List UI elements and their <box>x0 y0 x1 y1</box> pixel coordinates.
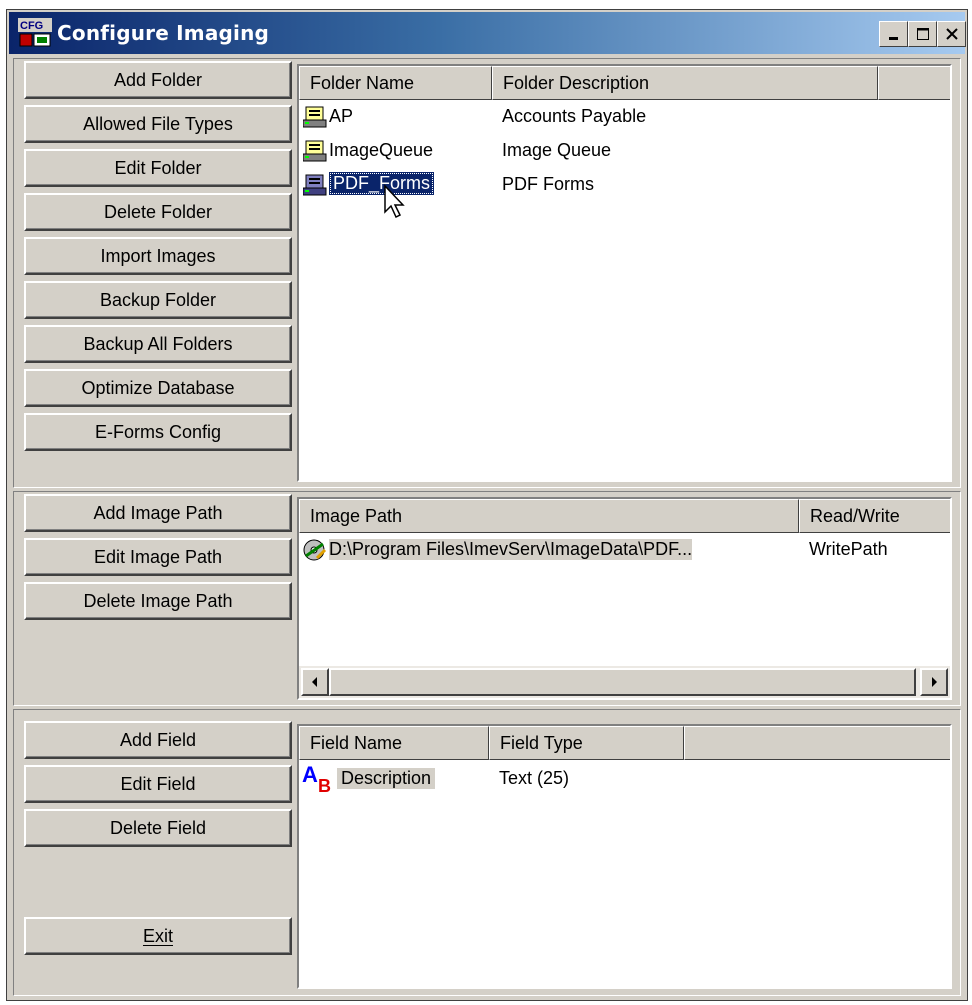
column-header-read-write[interactable]: Read/Write <box>799 499 950 533</box>
title-bar[interactable]: CFG Configure Imaging <box>9 12 966 54</box>
exit-label: Exit <box>142 925 173 946</box>
text-field-icon: AB <box>301 762 335 799</box>
folder-description: Image Queue <box>502 140 612 160</box>
column-header-field-type[interactable]: Field Type <box>489 726 684 760</box>
add-folder-button[interactable]: Add Folder <box>24 61 292 99</box>
maximize-button[interactable] <box>908 21 937 47</box>
exit-button[interactable]: Exit <box>24 917 292 955</box>
minimize-icon <box>888 37 898 40</box>
field-name: Description <box>337 768 436 789</box>
cfg-app-icon: CFG <box>18 18 52 48</box>
disk-path-icon <box>303 538 327 567</box>
svg-text:A: A <box>302 762 318 787</box>
backup-all-folders-button[interactable]: Backup All Folders <box>24 325 292 363</box>
arrow-left-icon <box>312 677 317 687</box>
column-header-image-path[interactable]: Image Path <box>299 499 799 533</box>
column-header-field-name[interactable]: Field Name <box>299 726 489 760</box>
minimize-button[interactable] <box>879 21 908 47</box>
field-list[interactable]: Field Name Field Type AB Description Tex… <box>297 724 952 989</box>
scroll-left-button[interactable] <box>301 668 329 696</box>
edit-image-path-button[interactable]: Edit Image Path <box>24 538 292 576</box>
configure-imaging-window: CFG Configure Imaging Add Folder Allowed… <box>6 9 968 1001</box>
folders-panel: Add Folder Allowed File Types Edit Folde… <box>13 58 961 488</box>
fields-panel: Add Field Edit Field Delete Field Exit F… <box>13 709 961 996</box>
delete-image-path-button[interactable]: Delete Image Path <box>24 582 292 620</box>
import-images-button[interactable]: Import Images <box>24 237 292 275</box>
image-path-panel: Add Image Path Edit Image Path Delete Im… <box>13 491 961 706</box>
delete-folder-button[interactable]: Delete Folder <box>24 193 292 231</box>
folder-name: AP <box>329 106 354 126</box>
folder-name: PDF_Forms <box>329 172 435 195</box>
optimize-database-button[interactable]: Optimize Database <box>24 369 292 407</box>
svg-text:B: B <box>318 776 331 794</box>
maximize-icon <box>916 28 929 40</box>
edit-field-button[interactable]: Edit Field <box>24 765 292 803</box>
delete-field-button[interactable]: Delete Field <box>24 809 292 847</box>
folder-description: Accounts Payable <box>502 106 647 126</box>
column-header-folder-name[interactable]: Folder Name <box>299 66 492 100</box>
image-path-value: D:\Program Files\ImevServ\ImageData\PDF.… <box>329 539 693 560</box>
edit-folder-button[interactable]: Edit Folder <box>24 149 292 187</box>
column-header-empty[interactable] <box>878 66 950 100</box>
allowed-file-types-button[interactable]: Allowed File Types <box>24 105 292 143</box>
horizontal-scrollbar[interactable] <box>299 666 950 698</box>
e-forms-config-button[interactable]: E-Forms Config <box>24 413 292 451</box>
scroll-right-button[interactable] <box>920 668 948 696</box>
arrow-right-icon <box>932 677 937 687</box>
folder-name: ImageQueue <box>329 140 434 160</box>
folder-server-icon <box>302 140 327 167</box>
field-type: Text (25) <box>499 768 570 788</box>
scroll-thumb[interactable] <box>329 668 916 696</box>
image-path-list[interactable]: Image Path Read/Write D:\Program Files\I… <box>297 497 952 700</box>
svg-text:CFG: CFG <box>20 20 43 32</box>
window-title: Configure Imaging <box>57 21 270 45</box>
backup-folder-button[interactable]: Backup Folder <box>24 281 292 319</box>
column-header-folder-description[interactable]: Folder Description <box>492 66 878 100</box>
folder-list[interactable]: Folder Name Folder Description AP Accoun… <box>297 64 952 482</box>
close-button[interactable] <box>937 21 966 47</box>
column-header-empty[interactable] <box>684 726 950 760</box>
folder-server-icon <box>302 174 327 201</box>
add-field-button[interactable]: Add Field <box>24 721 292 759</box>
add-image-path-button[interactable]: Add Image Path <box>24 494 292 532</box>
mouse-cursor-icon <box>383 184 409 225</box>
folder-description: PDF Forms <box>502 174 594 194</box>
read-write-value: WritePath <box>809 539 888 559</box>
folder-server-icon <box>302 106 327 133</box>
close-icon <box>945 28 958 40</box>
